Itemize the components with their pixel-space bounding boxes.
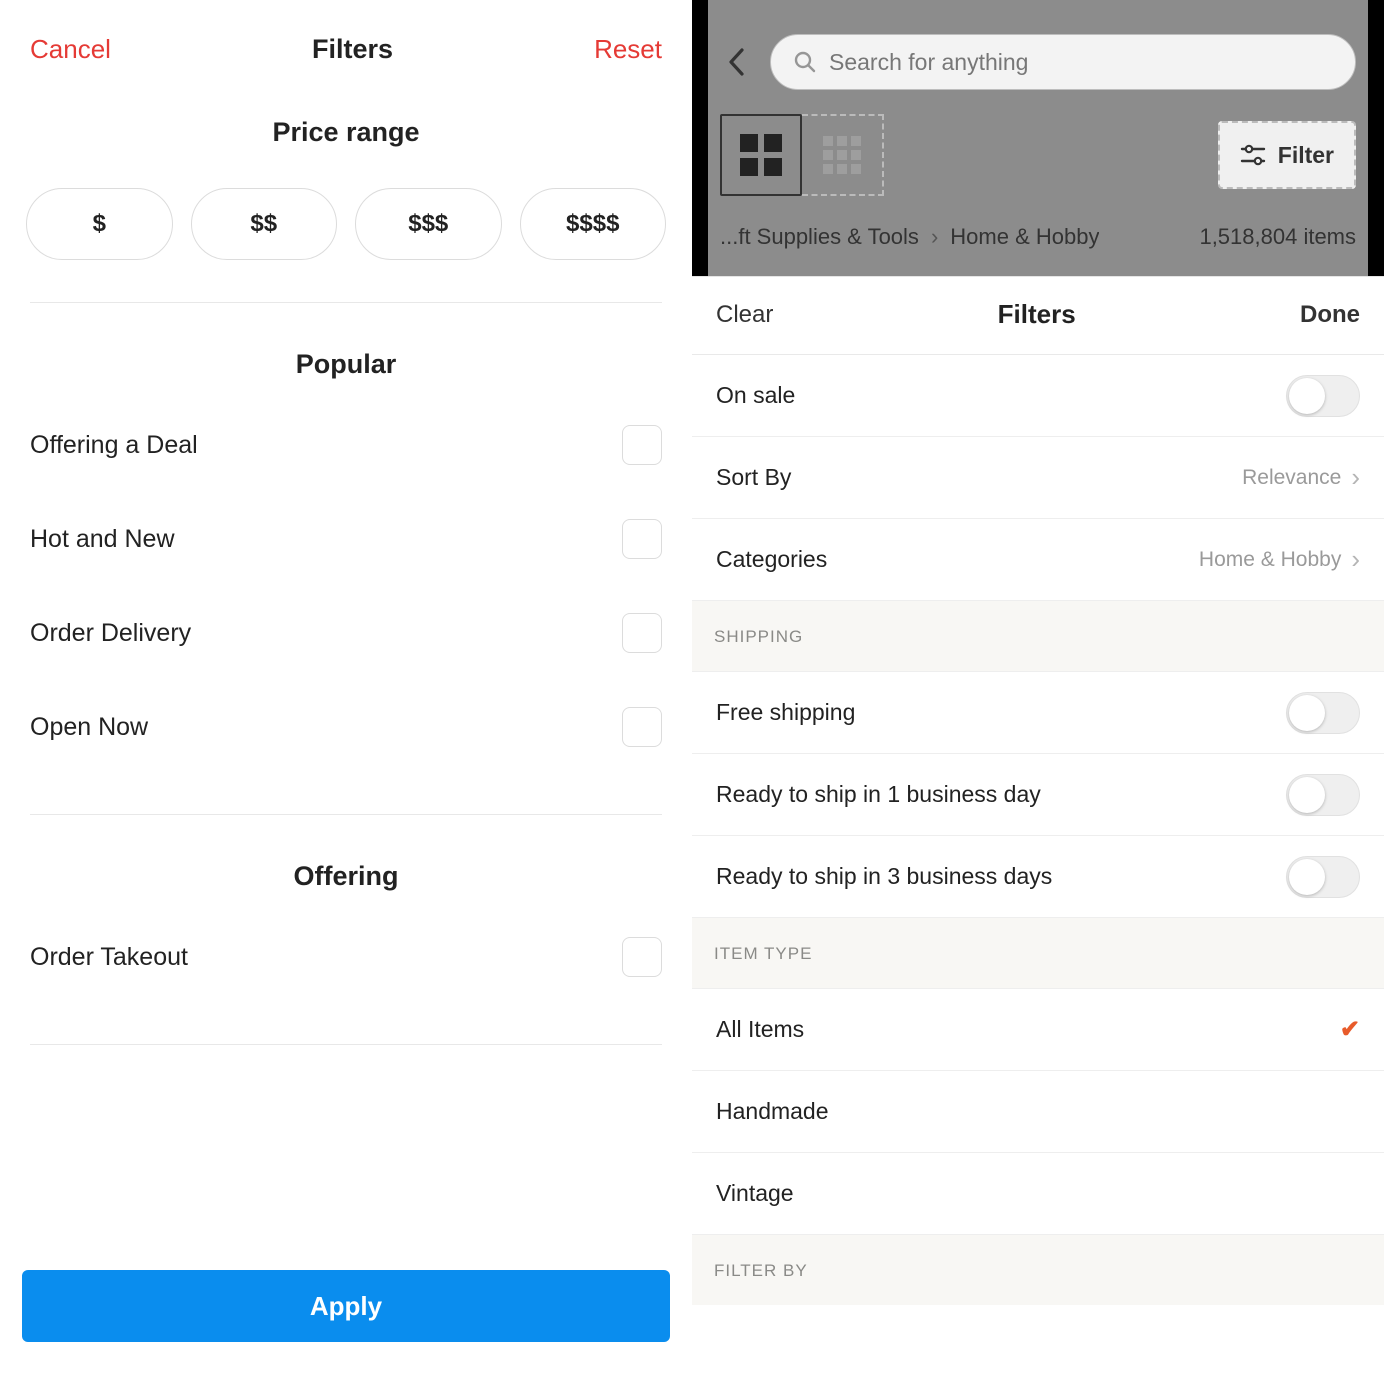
filter-row-label: On sale — [716, 382, 795, 409]
apply-button[interactable]: Apply — [22, 1270, 670, 1342]
filter-row-sort-by[interactable]: Sort By Relevance › — [692, 437, 1384, 519]
group-header-filter-by: FILTER BY — [692, 1235, 1384, 1305]
modal-header: Cancel Filters Reset — [0, 0, 692, 83]
filter-row-label: Ready to ship in 1 business day — [716, 781, 1041, 808]
filter-row-label: Sort By — [716, 464, 791, 491]
popular-title: Popular — [30, 349, 662, 380]
check-icon: ✔ — [1340, 1015, 1360, 1044]
search-row: Search for anything — [720, 34, 1356, 90]
sliders-icon — [1240, 144, 1266, 166]
grid-3x3-icon — [823, 136, 861, 174]
filter-row-label: Categories — [716, 546, 827, 573]
checkbox[interactable] — [622, 707, 662, 747]
toggle[interactable] — [1286, 692, 1360, 734]
price-option-3[interactable]: $$$ — [355, 188, 502, 260]
toggle[interactable] — [1286, 375, 1360, 417]
price-range-title: Price range — [26, 117, 666, 148]
breadcrumb-prefix: ...ft Supplies & Tools — [720, 224, 919, 250]
price-options: $ $$ $$$ $$$$ — [26, 188, 666, 260]
filter-row-label: Ready to ship in 3 business days — [716, 863, 1052, 890]
sheet-header: Clear Filters Done — [692, 277, 1384, 354]
group-header-item-type: ITEM TYPE — [692, 918, 1384, 989]
popular-row-label: Hot and New — [30, 525, 175, 554]
group-header-shipping: SHIPPING — [692, 601, 1384, 672]
popular-row[interactable]: Open Now — [30, 680, 662, 774]
price-range-section: Price range $ $$ $$$ $$$$ — [0, 83, 692, 302]
popular-section: Popular Offering a Deal Hot and New Orde… — [0, 303, 692, 814]
item-type-handmade[interactable]: Handmade — [692, 1071, 1384, 1153]
back-button[interactable] — [720, 45, 754, 79]
price-option-2[interactable]: $$ — [191, 188, 338, 260]
checkbox[interactable] — [622, 425, 662, 465]
checkbox[interactable] — [622, 937, 662, 977]
price-option-1[interactable]: $ — [26, 188, 173, 260]
sheet-title: Filters — [998, 299, 1076, 330]
filter-row-label: Free shipping — [716, 699, 855, 726]
cancel-button[interactable]: Cancel — [30, 34, 111, 65]
checkbox[interactable] — [622, 519, 662, 559]
search-icon — [793, 50, 817, 74]
yelp-filters-screen: Cancel Filters Reset Price range $ $$ $$… — [0, 0, 692, 1382]
popular-row-label: Offering a Deal — [30, 431, 198, 460]
popular-row-label: Open Now — [30, 713, 148, 742]
offering-section: Offering Order Takeout — [0, 815, 692, 1044]
clear-button[interactable]: Clear — [716, 301, 773, 329]
item-type-vintage[interactable]: Vintage — [692, 1153, 1384, 1235]
chevron-right-icon: › — [1351, 462, 1360, 493]
offering-row-label: Order Takeout — [30, 943, 188, 972]
breadcrumb-row: ...ft Supplies & Tools › Home & Hobby 1,… — [720, 224, 1356, 254]
search-input[interactable]: Search for anything — [770, 34, 1356, 90]
grid-2x2-icon — [740, 134, 782, 176]
filter-sheet: Clear Filters Done On sale Sort By Relev… — [692, 276, 1384, 1382]
breadcrumb[interactable]: ...ft Supplies & Tools › Home & Hobby — [720, 224, 1099, 250]
checkbox[interactable] — [622, 613, 662, 653]
toggle[interactable] — [1286, 774, 1360, 816]
reset-button[interactable]: Reset — [594, 34, 662, 65]
filter-row-label: Vintage — [716, 1180, 794, 1207]
filter-row-ship-3-days[interactable]: Ready to ship in 3 business days — [692, 836, 1384, 918]
filter-row-label: All Items — [716, 1016, 804, 1043]
popular-row[interactable]: Offering a Deal — [30, 398, 662, 492]
view-toggle — [720, 114, 884, 196]
offering-title: Offering — [30, 861, 662, 892]
price-option-4[interactable]: $$$$ — [520, 188, 667, 260]
filter-button[interactable]: Filter — [1218, 121, 1356, 189]
toggle[interactable] — [1286, 856, 1360, 898]
popular-row[interactable]: Hot and New — [30, 492, 662, 586]
offering-row[interactable]: Order Takeout — [30, 910, 662, 1004]
filter-row-label: Handmade — [716, 1098, 829, 1125]
search-placeholder: Search for anything — [829, 49, 1028, 76]
dimmed-background: Search for anything — [692, 0, 1384, 276]
item-count: 1,518,804 items — [1199, 224, 1356, 250]
popular-row[interactable]: Order Delivery — [30, 586, 662, 680]
chevron-right-icon: › — [931, 224, 938, 250]
filter-row-value: Relevance — [1242, 466, 1341, 490]
etsy-filters-screen: Search for anything — [692, 0, 1384, 1382]
filter-button-label: Filter — [1278, 142, 1334, 169]
filter-row-value: Home & Hobby — [1199, 548, 1341, 572]
filter-row-categories[interactable]: Categories Home & Hobby › — [692, 519, 1384, 601]
modal-title: Filters — [312, 34, 393, 65]
grid-large-button[interactable] — [720, 114, 802, 196]
done-button[interactable]: Done — [1300, 301, 1360, 329]
breadcrumb-current: Home & Hobby — [950, 224, 1099, 250]
toolbar: Filter — [720, 114, 1356, 196]
filter-row-on-sale[interactable]: On sale — [692, 355, 1384, 437]
chevron-left-icon — [726, 47, 748, 77]
popular-row-label: Order Delivery — [30, 619, 191, 648]
chevron-right-icon: › — [1351, 544, 1360, 575]
item-type-all[interactable]: All Items ✔ — [692, 989, 1384, 1071]
filter-row-free-shipping[interactable]: Free shipping — [692, 672, 1384, 754]
filter-row-ship-1-day[interactable]: Ready to ship in 1 business day — [692, 754, 1384, 836]
grid-small-button[interactable] — [802, 114, 884, 196]
